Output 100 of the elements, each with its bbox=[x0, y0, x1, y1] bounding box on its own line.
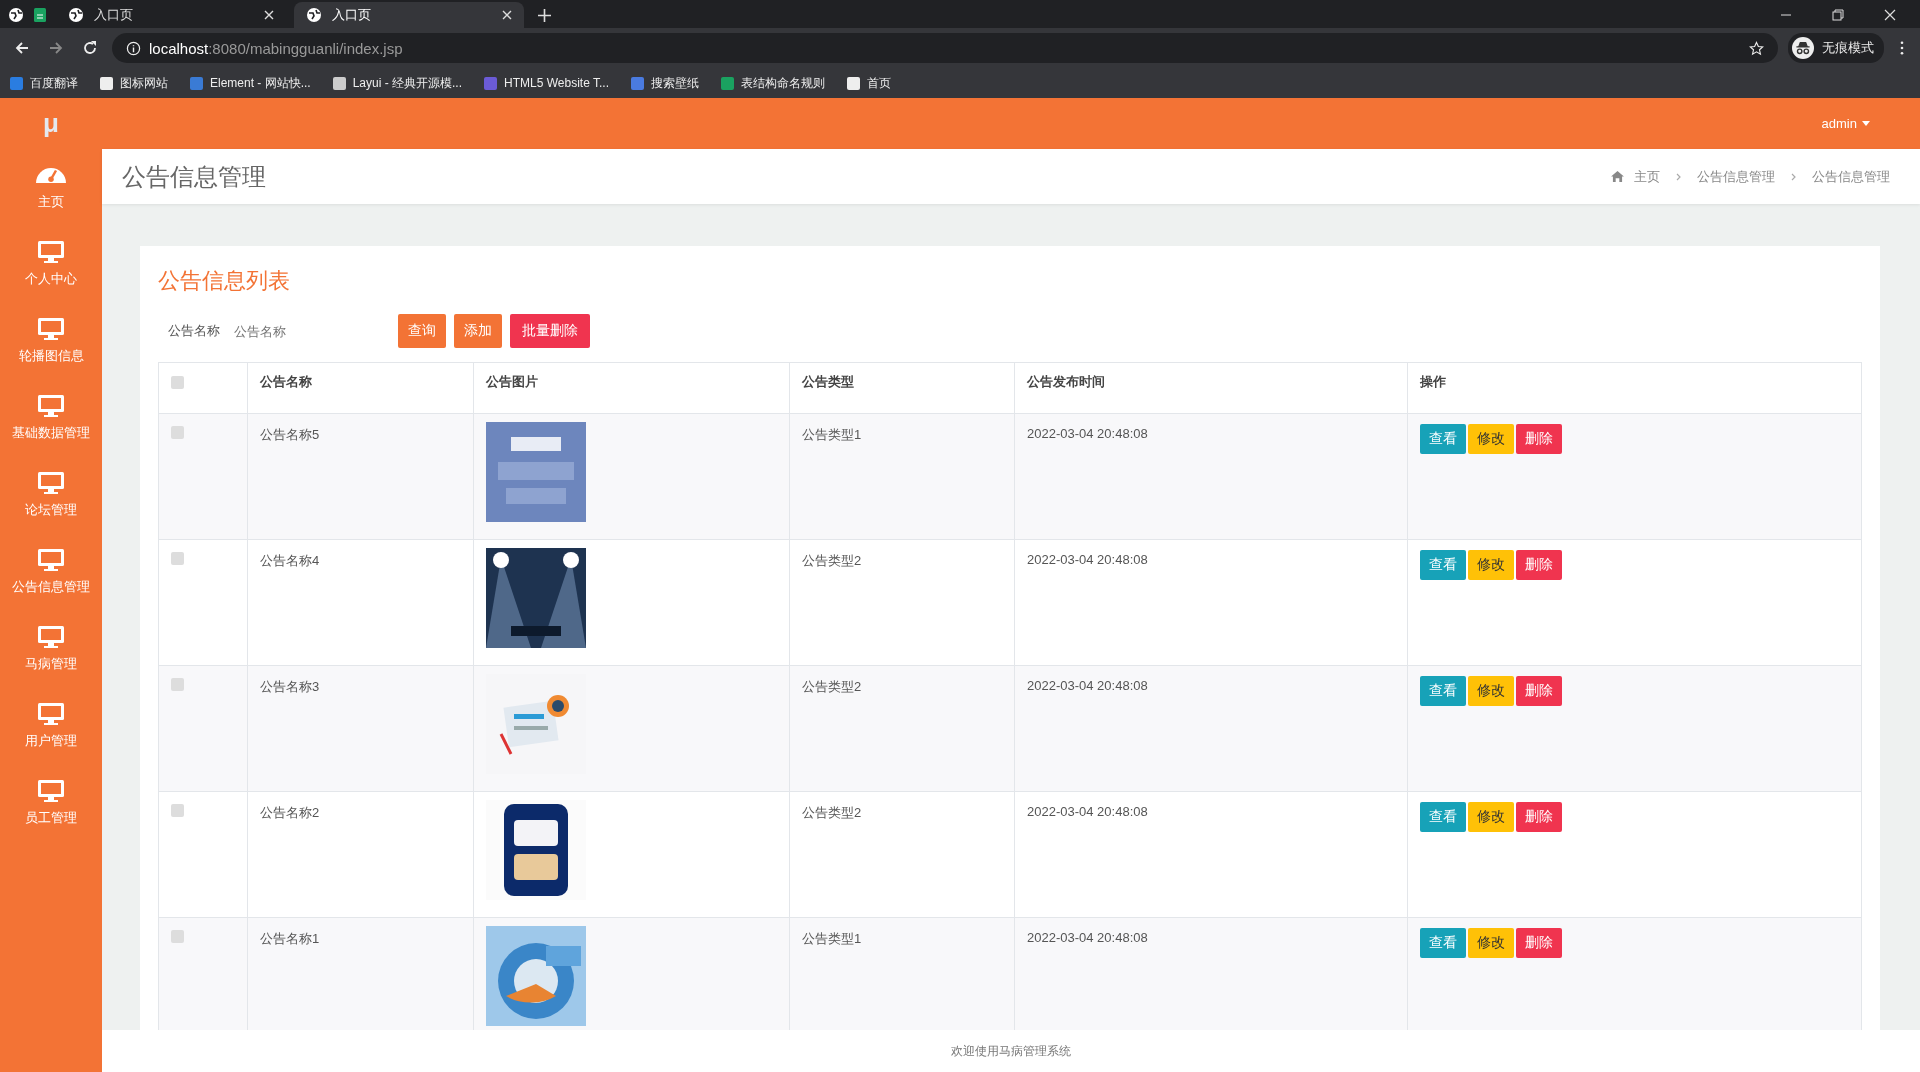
bookmark-icon bbox=[631, 76, 644, 90]
action-button[interactable]: 查看 bbox=[1420, 928, 1466, 958]
table-cell: 公告类型2 bbox=[802, 678, 862, 696]
monitor-icon bbox=[37, 470, 65, 495]
table-cell: 公告类型2 bbox=[802, 552, 862, 570]
action-button[interactable]: 修改 bbox=[1468, 424, 1514, 454]
bookmark[interactable]: 表结构命名规则 bbox=[721, 74, 825, 92]
more-icon[interactable] bbox=[1900, 41, 1904, 55]
action-button[interactable]: 查看 bbox=[1420, 802, 1466, 832]
breadcrumb-link[interactable]: 公告信息管理 bbox=[1697, 167, 1775, 186]
action-button[interactable]: 修改 bbox=[1468, 928, 1514, 958]
forward-icon[interactable] bbox=[48, 40, 64, 56]
table-cell: 公告名称1 bbox=[260, 930, 320, 948]
action-button[interactable]: 删除 bbox=[1516, 802, 1562, 832]
close-icon[interactable] bbox=[1884, 9, 1896, 21]
bookmark[interactable]: 百度翻译 bbox=[10, 74, 78, 92]
sidebar-item[interactable]: 员工管理 bbox=[0, 764, 102, 841]
checkbox[interactable] bbox=[171, 552, 184, 565]
table-cell: 2022-03-04 20:48:08 bbox=[1027, 930, 1148, 945]
browser-tab[interactable]: 入口页 bbox=[294, 2, 524, 28]
logo: μ bbox=[43, 107, 59, 140]
sidebar-item[interactable]: 主页 bbox=[0, 148, 102, 225]
sidebar-item[interactable]: 轮播图信息 bbox=[0, 302, 102, 379]
bookmark-icon bbox=[847, 76, 860, 90]
bookmark-icon bbox=[484, 76, 498, 90]
checkbox[interactable] bbox=[171, 426, 184, 439]
bookmark[interactable]: Element - 网站快... bbox=[190, 74, 311, 92]
sidebar-item[interactable]: 用户管理 bbox=[0, 687, 102, 764]
action-button[interactable]: 修改 bbox=[1468, 550, 1514, 580]
column-header: 操作 bbox=[1420, 373, 1446, 391]
toolbar-button[interactable]: 查询 bbox=[398, 314, 446, 348]
sidebar-item[interactable]: 基础数据管理 bbox=[0, 379, 102, 456]
table-cell: 公告名称3 bbox=[260, 678, 320, 696]
info-icon[interactable] bbox=[126, 40, 141, 56]
checkbox[interactable] bbox=[171, 678, 184, 691]
bookmark-icon bbox=[332, 76, 346, 90]
browser-tab[interactable]: 入口页 bbox=[56, 2, 286, 28]
monitor-icon bbox=[37, 624, 65, 649]
incognito-badge[interactable]: 无痕模式 bbox=[1788, 33, 1884, 63]
column-header: 公告名称 bbox=[260, 373, 312, 391]
toolbar-button[interactable]: 批量删除 bbox=[510, 314, 590, 348]
star-icon[interactable] bbox=[1749, 40, 1764, 56]
action-button[interactable]: 查看 bbox=[1420, 676, 1466, 706]
close-icon[interactable] bbox=[264, 10, 274, 20]
column-header: 公告类型 bbox=[802, 373, 854, 391]
chevron-icon bbox=[1676, 172, 1681, 181]
table-cell: 2022-03-04 20:48:08 bbox=[1027, 678, 1148, 693]
bookmark[interactable]: Layui - 经典开源模... bbox=[332, 74, 463, 92]
bookmark[interactable]: 图标网站 bbox=[100, 74, 168, 92]
breadcrumb-link[interactable]: 主页 bbox=[1634, 167, 1660, 186]
reload-icon[interactable] bbox=[82, 40, 98, 56]
bookmark[interactable]: HTML5 Website T... bbox=[484, 76, 609, 90]
checkbox[interactable] bbox=[171, 375, 184, 389]
bookmark-icon bbox=[190, 76, 203, 90]
bookmark[interactable]: 搜索壁纸 bbox=[631, 74, 699, 92]
sidebar-item[interactable]: 论坛管理 bbox=[0, 456, 102, 533]
sheet-icon[interactable] bbox=[32, 7, 48, 23]
restore-icon[interactable] bbox=[1832, 9, 1844, 21]
back-icon[interactable] bbox=[14, 40, 30, 56]
bookmark[interactable]: 首页 bbox=[847, 74, 891, 92]
monitor-icon bbox=[37, 547, 65, 572]
action-button[interactable]: 修改 bbox=[1468, 676, 1514, 706]
close-icon[interactable] bbox=[502, 10, 512, 20]
sidebar-item[interactable]: 公告信息管理 bbox=[0, 533, 102, 610]
action-button[interactable]: 删除 bbox=[1516, 424, 1562, 454]
monitor-icon bbox=[37, 701, 65, 726]
action-button[interactable]: 查看 bbox=[1420, 550, 1466, 580]
bookmark-icon bbox=[721, 76, 734, 90]
table-cell: 公告名称4 bbox=[260, 552, 320, 570]
table-cell: 公告名称5 bbox=[260, 426, 320, 444]
breadcrumb-link[interactable]: 公告信息管理 bbox=[1812, 167, 1890, 186]
table-cell: 2022-03-04 20:48:08 bbox=[1027, 804, 1148, 819]
table-cell: 2022-03-04 20:48:08 bbox=[1027, 552, 1148, 567]
checkbox[interactable] bbox=[171, 804, 184, 817]
user-menu[interactable]: admin bbox=[1821, 116, 1857, 131]
sidebar-item[interactable]: 马病管理 bbox=[0, 610, 102, 687]
globe-icon bbox=[306, 7, 322, 23]
action-button[interactable]: 查看 bbox=[1420, 424, 1466, 454]
monitor-icon bbox=[37, 239, 65, 264]
action-button[interactable]: 删除 bbox=[1516, 928, 1562, 958]
globe-icon[interactable] bbox=[8, 7, 24, 23]
column-header: 公告图片 bbox=[486, 373, 538, 391]
sidebar-item[interactable]: 个人中心 bbox=[0, 225, 102, 302]
caret-icon[interactable] bbox=[1862, 121, 1870, 126]
table-cell: 公告类型1 bbox=[802, 930, 862, 948]
action-button[interactable]: 删除 bbox=[1516, 550, 1562, 580]
toolbar-button[interactable]: 添加 bbox=[454, 314, 502, 348]
table-cell: 公告名称2 bbox=[260, 804, 320, 822]
bookmark-icon bbox=[10, 76, 23, 90]
column-header: 公告发布时间 bbox=[1027, 373, 1105, 391]
dashboard-icon bbox=[36, 167, 66, 183]
action-button[interactable]: 修改 bbox=[1468, 802, 1514, 832]
action-button[interactable]: 删除 bbox=[1516, 676, 1562, 706]
plus-icon[interactable] bbox=[538, 8, 551, 22]
table-cell: 2022-03-04 20:48:08 bbox=[1027, 426, 1148, 441]
home-icon bbox=[1611, 171, 1624, 182]
monitor-icon bbox=[37, 393, 65, 418]
address-bar[interactable]: localhost:8080/mabingguanli/index.jsp bbox=[112, 33, 1778, 63]
checkbox[interactable] bbox=[171, 930, 184, 943]
search-label: 公告名称 bbox=[168, 322, 220, 340]
